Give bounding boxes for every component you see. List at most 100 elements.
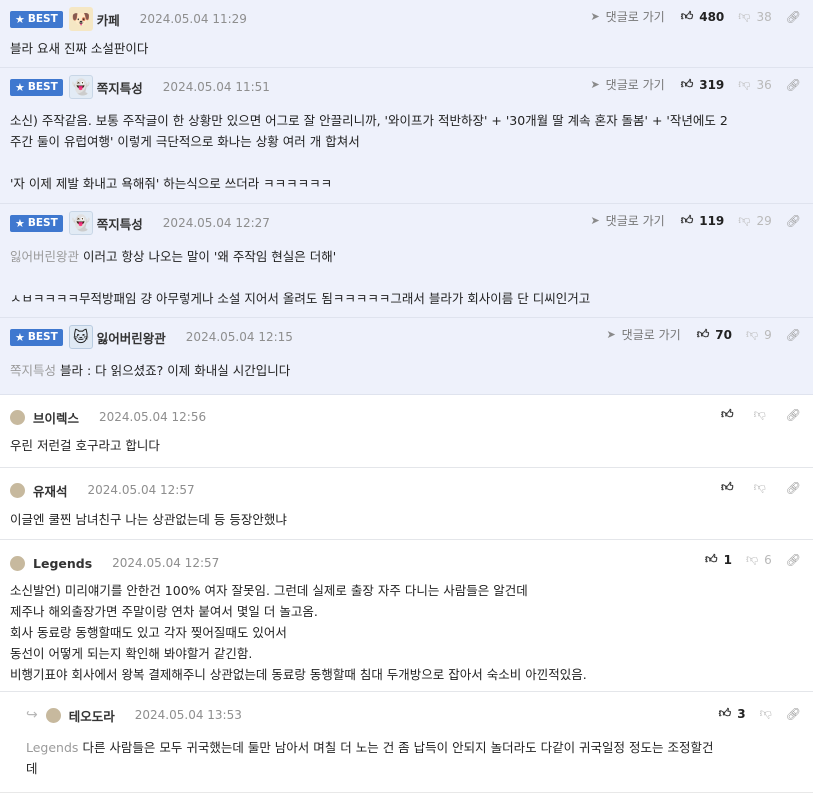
like-button[interactable]: 👍︎ 70 <box>697 327 732 342</box>
dislike-count: 29 <box>756 213 772 228</box>
comment-body: 소신) 주작같음. 보통 주작글이 한 상황만 있으면 어그로 잘 안끌리니까,… <box>10 110 801 194</box>
author-name[interactable]: 브이렉스 <box>33 408 79 427</box>
mention-tag[interactable]: Legends <box>26 740 78 755</box>
dislike-button[interactable]: 👎︎ 29 <box>738 213 771 228</box>
like-count: 319 <box>699 77 725 92</box>
cat-avatar-icon[interactable]: 🐱 <box>68 325 93 349</box>
comment-item: 유재석 2024.05.04 12:57 👍︎ 👎︎ 🔗︎ 이글엔 쿨찐 남녀친구 나는 … <box>0 468 813 540</box>
author-name[interactable]: 잃어버린왕관 <box>97 328 166 347</box>
go-to-reply-link[interactable]: ➤ 댓글로 가기 <box>590 8 664 25</box>
link-icon: 🔗︎ <box>785 407 801 422</box>
copy-link-button[interactable]: 🔗︎ <box>786 553 801 567</box>
thumbs-up-icon: 👍︎ <box>721 480 734 494</box>
best-badge: ★ BEST <box>10 214 63 232</box>
author-name[interactable]: 테오도라 <box>69 706 115 725</box>
go-to-reply-link[interactable]: ➤ 댓글로 가기 <box>590 76 664 93</box>
comment-item: ★ BEST 👻 쪽지특성 2024.05.04 11:51 ➤ 댓글로 가기 👍︎ 319 👎︎… <box>0 68 813 204</box>
mention-tag[interactable]: 잃어버린왕관 <box>10 249 79 264</box>
best-badge-label: BEST <box>27 217 58 229</box>
thumbs-up-icon: 👍︎ <box>721 407 734 421</box>
like-button[interactable]: 👍︎ 480 <box>681 9 725 24</box>
thumbs-down-icon: 👎︎ <box>738 77 751 91</box>
comment-body: 잃어버린왕관 이러고 항상 나오는 말이 '왜 주작임 현실은 더해' ㅅㅂㅋㅋㅋㅋ… <box>10 246 801 309</box>
comment-item: ↪ 테오도라 2024.05.04 13:53 👍︎ 3 👎︎ 🔗︎ Legends 다른 사람… <box>0 692 813 793</box>
dislike-button[interactable]: 👎︎ <box>754 407 772 422</box>
comment-body: 블라 요새 진짜 소설판이다 <box>10 38 801 59</box>
dislike-button[interactable]: 👎︎ 6 <box>746 552 772 567</box>
thumbs-up-icon: 👍︎ <box>680 213 694 227</box>
dislike-button[interactable]: 👎︎ 36 <box>738 77 771 92</box>
ghost-avatar-icon[interactable]: 👻 <box>68 75 93 99</box>
like-button[interactable]: 👍︎ 119 <box>681 213 725 228</box>
dog-avatar-icon[interactable]: 🐶 <box>68 7 93 31</box>
comment-line: ㅅㅂㅋㅋㅋㅋ무적방패임 걍 아무렇게나 소설 지어서 올려도 됨ㅋㅋㅋㅋㅋ그래서… <box>10 288 801 309</box>
like-button[interactable]: 👍︎ 319 <box>681 77 725 92</box>
author-name[interactable]: 유재석 <box>33 481 68 500</box>
like-count: 3 <box>737 706 746 721</box>
copy-link-button[interactable]: 🔗︎ <box>786 78 801 92</box>
link-icon: 🔗︎ <box>785 480 801 495</box>
comment-line: Legends 다른 사람들은 모두 귀국했는데 둘만 남아서 며칠 더 노는 건… <box>26 737 801 758</box>
dislike-button[interactable]: 👎︎ 38 <box>738 9 771 24</box>
user-level-icon <box>10 555 25 571</box>
paper-plane-icon: ➤ <box>606 328 616 341</box>
comment-line: 제주나 해외출장가면 주말이랑 연차 붙여서 몇일 더 놀고옴. <box>10 601 801 622</box>
comment-body: 이글엔 쿨찐 남녀친구 나는 상관없는데 등 등장안했냐 <box>10 509 801 530</box>
thumbs-down-icon: 👎︎ <box>753 480 766 494</box>
comment-list: ★ BEST 🐶 카페 2024.05.04 11:29 ➤ 댓글로 가기 👍︎ 480 👎︎ 38… <box>0 0 813 793</box>
copy-link-button[interactable]: 🔗︎ <box>786 10 801 24</box>
like-button[interactable]: 👍︎ 3 <box>719 706 746 721</box>
comment-actions: 👍︎ 👎︎ 🔗︎ <box>721 407 801 422</box>
author-name[interactable]: 쪽지특성 <box>97 78 143 97</box>
dislike-count: 6 <box>764 552 772 567</box>
copy-link-button[interactable]: 🔗︎ <box>786 481 801 495</box>
comment-actions: 👍︎ 3 👎︎ 🔗︎ <box>719 706 801 721</box>
link-icon: 🔗︎ <box>785 327 801 342</box>
go-to-reply-link[interactable]: ➤ 댓글로 가기 <box>606 326 680 343</box>
comment-text: 비행기표야 회사에서 왕복 결제해주니 상관없는데 동료랑 동행할때 침대 두개… <box>10 667 587 682</box>
comment-header: 유재석 2024.05.04 12:57 <box>10 479 195 501</box>
comment-line: 소신발언) 미리얘기를 안한건 100% 여자 잘못임. 그런데 실제로 출장 … <box>10 580 801 601</box>
comment-line: 동선이 어떻게 되는지 확인해 봐야할거 같긴함. <box>10 643 801 664</box>
author-name[interactable]: 카페 <box>97 10 120 29</box>
author-name[interactable]: 쪽지특성 <box>97 214 143 233</box>
comment-header: 브이렉스 2024.05.04 12:56 <box>10 406 206 428</box>
best-badge: ★ BEST <box>10 78 63 96</box>
comment-header: ★ BEST 🐶 카페 2024.05.04 11:29 <box>10 7 247 31</box>
dislike-button[interactable]: 👎︎ <box>754 480 772 495</box>
like-button[interactable]: 👍︎ <box>721 480 740 495</box>
comment-body: 쪽지특성 블라 : 다 읽으셨죠? 이제 화내실 시간입니다 <box>10 360 801 381</box>
link-icon: 🔗︎ <box>785 213 801 228</box>
thumbs-up-icon: 👍︎ <box>680 9 694 23</box>
mention-tag[interactable]: 쪽지특성 <box>10 363 56 378</box>
star-icon: ★ <box>15 216 25 230</box>
thumbs-up-icon: 👍︎ <box>705 552 718 566</box>
thumbs-down-icon: 👎︎ <box>745 327 759 341</box>
copy-link-button[interactable]: 🔗︎ <box>786 408 801 422</box>
comment-line: 소신) 주작같음. 보통 주작글이 한 상황만 있으면 어그로 잘 안끌리니까,… <box>10 110 801 131</box>
star-icon: ★ <box>15 80 25 94</box>
like-button[interactable]: 👍︎ <box>721 407 740 422</box>
comment-item: ★ BEST 👻 쪽지특성 2024.05.04 12:27 ➤ 댓글로 가기 👍︎ 119 👎︎… <box>0 204 813 318</box>
star-icon: ★ <box>15 12 25 26</box>
comment-text: 소신발언) 미리얘기를 안한건 100% 여자 잘못임. 그런데 실제로 출장 … <box>10 583 528 598</box>
like-count: 480 <box>699 9 725 24</box>
comment-text: 소신) 주작같음. 보통 주작글이 한 상황만 있으면 어그로 잘 안끌리니까,… <box>10 113 728 128</box>
dislike-button[interactable]: 👎︎ 9 <box>746 327 772 342</box>
copy-link-button[interactable]: 🔗︎ <box>786 328 801 342</box>
go-to-reply-label: 댓글로 가기 <box>621 328 681 342</box>
author-name[interactable]: Legends <box>33 556 92 571</box>
dislike-button[interactable]: 👎︎ <box>760 706 772 721</box>
like-button[interactable]: 👍︎ 1 <box>705 552 732 567</box>
comment-actions: 👍︎ 1 👎︎ 6 🔗︎ <box>705 552 801 567</box>
comment-text: ㅅㅂㅋㅋㅋㅋ무적방패임 걍 아무렇게나 소설 지어서 올려도 됨ㅋㅋㅋㅋㅋ그래서… <box>10 291 591 306</box>
comment-actions: 👍︎ 👎︎ 🔗︎ <box>721 480 801 495</box>
user-level-icon <box>10 482 25 498</box>
comment-line: 우린 저런걸 호구라고 합니다 <box>10 435 801 456</box>
comment-text: 블라 : 다 읽으셨죠? 이제 화내실 시간입니다 <box>60 363 291 378</box>
comment-item: ★ BEST 🐱 잃어버린왕관 2024.05.04 12:15 ➤ 댓글로 가기 👍︎ 70 👎… <box>0 318 813 395</box>
copy-link-button[interactable]: 🔗︎ <box>786 214 801 228</box>
copy-link-button[interactable]: 🔗︎ <box>786 707 801 721</box>
ghost-avatar-icon[interactable]: 👻 <box>68 211 93 235</box>
go-to-reply-link[interactable]: ➤ 댓글로 가기 <box>590 212 664 229</box>
